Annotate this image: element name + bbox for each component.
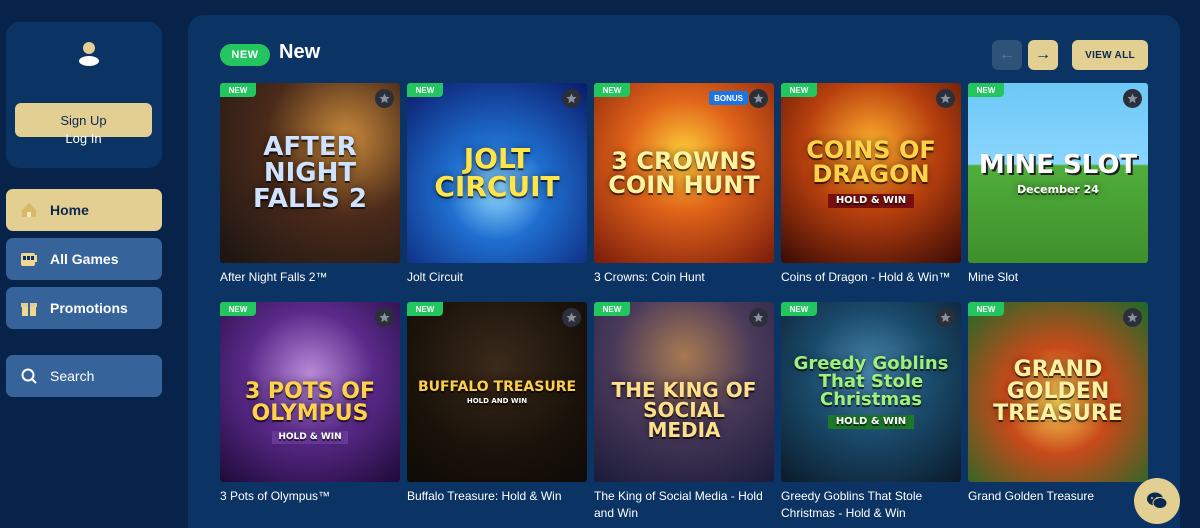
gift-icon <box>20 299 38 317</box>
game-art-subtitle: HOLD & WIN <box>827 194 915 208</box>
arrow-right-icon: → <box>1035 46 1051 63</box>
game-thumbnail[interactable]: GRAND GOLDEN TREASURE NEW <box>968 302 1148 482</box>
game-thumbnail[interactable]: THE KING OF SOCIAL MEDIA NEW <box>594 302 774 482</box>
game-name[interactable]: Greedy Goblins That Stole Christmas - Ho… <box>781 488 961 522</box>
game-name[interactable]: Buffalo Treasure: Hold & Win <box>407 488 587 505</box>
nav-promotions[interactable]: Promotions <box>6 287 162 329</box>
game-art-title: Greedy Goblins That Stole Christmas <box>793 353 949 410</box>
new-tag: NEW <box>220 83 256 97</box>
game-art-title: 3 POTS OF OLYMPUS <box>244 378 376 426</box>
section-title: New <box>279 41 321 63</box>
game-card[interactable]: 3 CROWNS COIN HUNT NEW BONUS 3 Crowns: C… <box>594 83 774 286</box>
nav-promotions-label: Promotions <box>50 300 128 316</box>
game-art-title: AFTER NIGHT FALLS 2 <box>253 132 367 214</box>
star-icon[interactable] <box>562 308 581 327</box>
game-art-subtitle: December 24 <box>1017 182 1099 196</box>
game-card[interactable]: GRAND GOLDEN TREASURE NEW Grand Golden T… <box>968 302 1148 505</box>
star-icon[interactable] <box>749 308 768 327</box>
game-card[interactable]: 3 POTS OF OLYMPUS HOLD & WIN NEW 3 Pots … <box>220 302 400 505</box>
slot-machine-icon <box>20 250 38 268</box>
game-name[interactable]: 3 Crowns: Coin Hunt <box>594 269 774 286</box>
game-thumbnail[interactable]: 3 CROWNS COIN HUNT NEW BONUS <box>594 83 774 263</box>
section-new-badge: NEW <box>220 44 270 66</box>
arrow-left-icon: ← <box>999 46 1015 63</box>
nav-search-label: Search <box>50 368 95 384</box>
star-icon[interactable] <box>375 89 394 108</box>
game-name[interactable]: The King of Social Media - Hold and Win <box>594 488 774 522</box>
new-tag: NEW <box>968 83 1004 97</box>
game-art-subtitle: HOLD & WIN <box>827 415 915 429</box>
new-tag: NEW <box>594 83 630 97</box>
game-art-title: JOLT CIRCUIT <box>434 142 560 203</box>
game-art-title: THE KING OF SOCIAL MEDIA <box>611 378 757 442</box>
star-icon[interactable] <box>936 308 955 327</box>
nav-home-label: Home <box>50 202 89 218</box>
auth-card: Sign Up Log In <box>6 22 162 168</box>
game-thumbnail[interactable]: MINE SLOT December 24 NEW <box>968 83 1148 263</box>
game-name[interactable]: Coins of Dragon - Hold & Win™ <box>781 269 961 286</box>
game-card[interactable]: COINS OF DRAGON HOLD & WIN NEW Coins of … <box>781 83 961 286</box>
game-art-subtitle: HOLD & WIN <box>272 430 348 444</box>
game-card[interactable]: JOLT CIRCUIT NEW Jolt Circuit <box>407 83 587 286</box>
game-art-title: MINE SLOT <box>978 149 1138 180</box>
game-name[interactable]: Jolt Circuit <box>407 269 587 286</box>
new-tag: NEW <box>594 302 630 316</box>
star-icon[interactable] <box>375 308 394 327</box>
nav-search[interactable]: Search <box>6 355 162 397</box>
new-tag: NEW <box>407 302 443 316</box>
game-card[interactable]: Greedy Goblins That Stole Christmas HOLD… <box>781 302 961 522</box>
game-card[interactable]: MINE SLOT December 24 NEW Mine Slot <box>968 83 1148 286</box>
game-art-title: GRAND GOLDEN TREASURE <box>993 357 1123 426</box>
game-card[interactable]: AFTER NIGHT FALLS 2 NEW After Night Fall… <box>220 83 400 286</box>
carousel-prev-button[interactable]: ← <box>992 40 1022 70</box>
game-thumbnail[interactable]: BUFFALO TREASURE HOLD AND WIN NEW <box>407 302 587 482</box>
home-icon <box>20 201 38 219</box>
user-icon <box>79 42 99 66</box>
nav-all-games[interactable]: All Games <box>6 238 162 280</box>
carousel-next-button[interactable]: → <box>1028 40 1058 70</box>
game-art-title: 3 CROWNS COIN HUNT <box>608 147 760 199</box>
star-icon[interactable] <box>1123 308 1142 327</box>
game-art-title: COINS OF DRAGON <box>806 136 936 188</box>
game-thumbnail[interactable]: 3 POTS OF OLYMPUS HOLD & WIN NEW <box>220 302 400 482</box>
log-in-link[interactable]: Log In <box>15 128 152 148</box>
game-card[interactable]: THE KING OF SOCIAL MEDIA NEW The King of… <box>594 302 774 522</box>
game-name[interactable]: Mine Slot <box>968 269 1148 286</box>
game-thumbnail[interactable]: JOLT CIRCUIT NEW <box>407 83 587 263</box>
game-thumbnail[interactable]: AFTER NIGHT FALLS 2 NEW <box>220 83 400 263</box>
search-icon <box>20 367 38 385</box>
star-icon[interactable] <box>936 89 955 108</box>
star-icon[interactable] <box>1123 89 1142 108</box>
new-tag: NEW <box>407 83 443 97</box>
game-name[interactable]: Grand Golden Treasure <box>968 488 1148 505</box>
chat-icon <box>1147 492 1168 509</box>
new-tag: NEW <box>968 302 1004 316</box>
new-games-section: NEW New ← → VIEW ALL AFTER NIGHT FALLS 2… <box>188 15 1180 528</box>
star-icon[interactable] <box>749 89 768 108</box>
game-name[interactable]: After Night Falls 2™ <box>220 269 400 286</box>
new-tag: NEW <box>220 302 256 316</box>
game-art-subtitle: HOLD AND WIN <box>466 396 528 405</box>
new-tag: NEW <box>781 302 817 316</box>
nav-all-games-label: All Games <box>50 251 119 267</box>
nav-home[interactable]: Home <box>6 189 162 231</box>
new-tag: NEW <box>781 83 817 97</box>
game-thumbnail[interactable]: COINS OF DRAGON HOLD & WIN NEW <box>781 83 961 263</box>
view-all-button[interactable]: VIEW ALL <box>1072 40 1148 70</box>
game-card[interactable]: BUFFALO TREASURE HOLD AND WIN NEW Buffal… <box>407 302 587 505</box>
star-icon[interactable] <box>562 89 581 108</box>
game-art-title: BUFFALO TREASURE <box>417 378 577 395</box>
game-name[interactable]: 3 Pots of Olympus™ <box>220 488 400 505</box>
game-thumbnail[interactable]: Greedy Goblins That Stole Christmas HOLD… <box>781 302 961 482</box>
bonus-tag: BONUS <box>709 91 748 105</box>
chat-button[interactable] <box>1134 478 1180 524</box>
